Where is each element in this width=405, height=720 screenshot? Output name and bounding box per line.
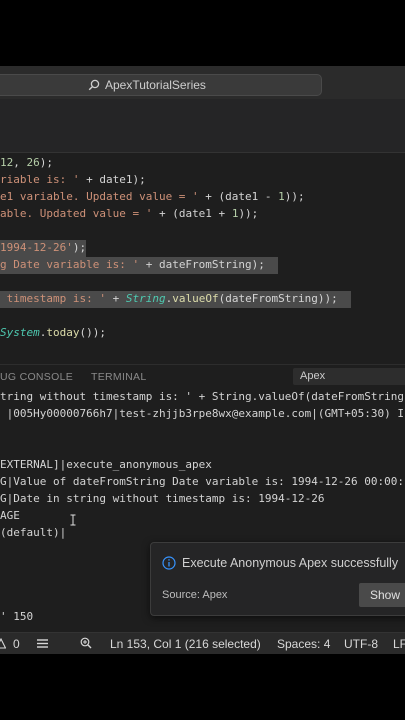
code-line-6: 1994-12-26'); bbox=[0, 240, 87, 257]
code-token: )); bbox=[284, 190, 305, 203]
code-line-1: 12, 26); bbox=[0, 155, 53, 172]
text-cursor-icon bbox=[70, 514, 76, 526]
console-line: ' 150 bbox=[0, 610, 34, 623]
code-token: able. Updated value = ' bbox=[0, 207, 153, 220]
code-token: today bbox=[46, 326, 80, 339]
encoding[interactable]: UTF-8 bbox=[344, 637, 378, 651]
code-token: valueOf bbox=[172, 292, 219, 305]
problems-count[interactable]: 0 bbox=[13, 637, 20, 651]
code-token: )); bbox=[238, 207, 259, 220]
code-line-9: timestamp is: ' + String.valueOf(dateFro… bbox=[0, 291, 352, 308]
panel-tab-bar: UG CONSOLE TERMINAL Apex bbox=[0, 364, 405, 389]
code-token: 1994-12-26' bbox=[0, 241, 73, 254]
code-token: ()); bbox=[79, 326, 107, 339]
command-center-search[interactable]: ApexTutorialSeries bbox=[0, 74, 322, 96]
console-line: (default)| bbox=[0, 526, 67, 539]
code-line-4: able. Updated value = ' + (date1 + 1)); bbox=[0, 206, 258, 223]
code-token: riable is: ' bbox=[0, 173, 80, 186]
info-icon bbox=[162, 556, 176, 570]
editor-tabs-area bbox=[0, 99, 405, 153]
console-line: G|Date in string without timestamp is: 1… bbox=[0, 492, 325, 505]
search-icon bbox=[88, 79, 100, 91]
code-token: 26 bbox=[26, 156, 40, 169]
show-button-label: Show bbox=[370, 588, 401, 602]
status-bar: 0 Ln 153, Col 1 (216 selected) Spaces: 4… bbox=[0, 632, 405, 654]
output-channel-value: Apex bbox=[300, 370, 326, 382]
title-bar: ApexTutorialSeries bbox=[0, 66, 405, 99]
menu-icon[interactable] bbox=[37, 638, 48, 649]
vscode-window: ApexTutorialSeries 12, 26); riable is: '… bbox=[0, 66, 405, 654]
notification-toast: Execute Anonymous Apex successfully Sour… bbox=[150, 542, 405, 616]
code-line-11: System.today()); bbox=[0, 325, 106, 342]
code-token: ); bbox=[72, 241, 87, 254]
console-line: EXTERNAL]|execute_anonymous_apex bbox=[0, 458, 212, 471]
code-line-7: g Date variable is: ' + dateFromString); bbox=[0, 257, 279, 274]
code-token: , bbox=[13, 156, 27, 169]
code-token: 12 bbox=[0, 156, 14, 169]
tab-debug-console[interactable]: UG CONSOLE bbox=[0, 371, 73, 383]
console-line: G|Value of dateFromString Date variable … bbox=[0, 475, 404, 488]
toast-source: Source: Apex bbox=[162, 589, 228, 601]
code-editor[interactable]: 12, 26); riable is: ' + date1); e1 varia… bbox=[0, 153, 405, 358]
code-line-2: riable is: ' + date1); bbox=[0, 172, 146, 189]
code-token: timestamp is: ' bbox=[0, 292, 106, 305]
end-of-line[interactable]: LF bbox=[393, 637, 405, 651]
code-token: e1 variable. Updated value = ' bbox=[0, 190, 199, 203]
code-token: + dateFromString); bbox=[139, 258, 265, 271]
code-token: (dateFromString)); bbox=[218, 292, 338, 305]
indentation[interactable]: Spaces: 4 bbox=[277, 637, 330, 651]
warning-icon bbox=[0, 638, 6, 649]
zoom-icon[interactable] bbox=[80, 637, 92, 649]
code-token: + date1); bbox=[79, 173, 146, 186]
code-token: g Date variable is: ' bbox=[0, 258, 140, 271]
code-token: + (date1 + bbox=[152, 207, 232, 220]
code-token: + bbox=[105, 292, 126, 305]
code-line-3: e1 variable. Updated value = ' + (date1 … bbox=[0, 189, 305, 206]
console-line: AGE bbox=[0, 509, 20, 522]
code-token: ); bbox=[39, 156, 53, 169]
code-token: + (date1 - bbox=[198, 190, 279, 203]
show-button[interactable]: Show bbox=[359, 583, 405, 607]
search-text: ApexTutorialSeries bbox=[105, 78, 206, 92]
output-channel-select[interactable]: Apex bbox=[293, 368, 405, 385]
console-line: |005Hy00000766h7|test-zhjjb3rpe8wx@examp… bbox=[0, 407, 404, 420]
code-token: String bbox=[125, 292, 166, 305]
code-token: System bbox=[0, 326, 40, 339]
code-token: 1 bbox=[278, 190, 285, 203]
cursor-position[interactable]: Ln 153, Col 1 (216 selected) bbox=[110, 637, 261, 651]
toast-message: Execute Anonymous Apex successfully bbox=[182, 556, 399, 570]
tab-terminal[interactable]: TERMINAL bbox=[91, 371, 147, 383]
code-lines: 12, 26); riable is: ' + date1); e1 varia… bbox=[0, 153, 352, 339]
console-line: tring without timestamp is: ' + String.v… bbox=[0, 390, 404, 403]
